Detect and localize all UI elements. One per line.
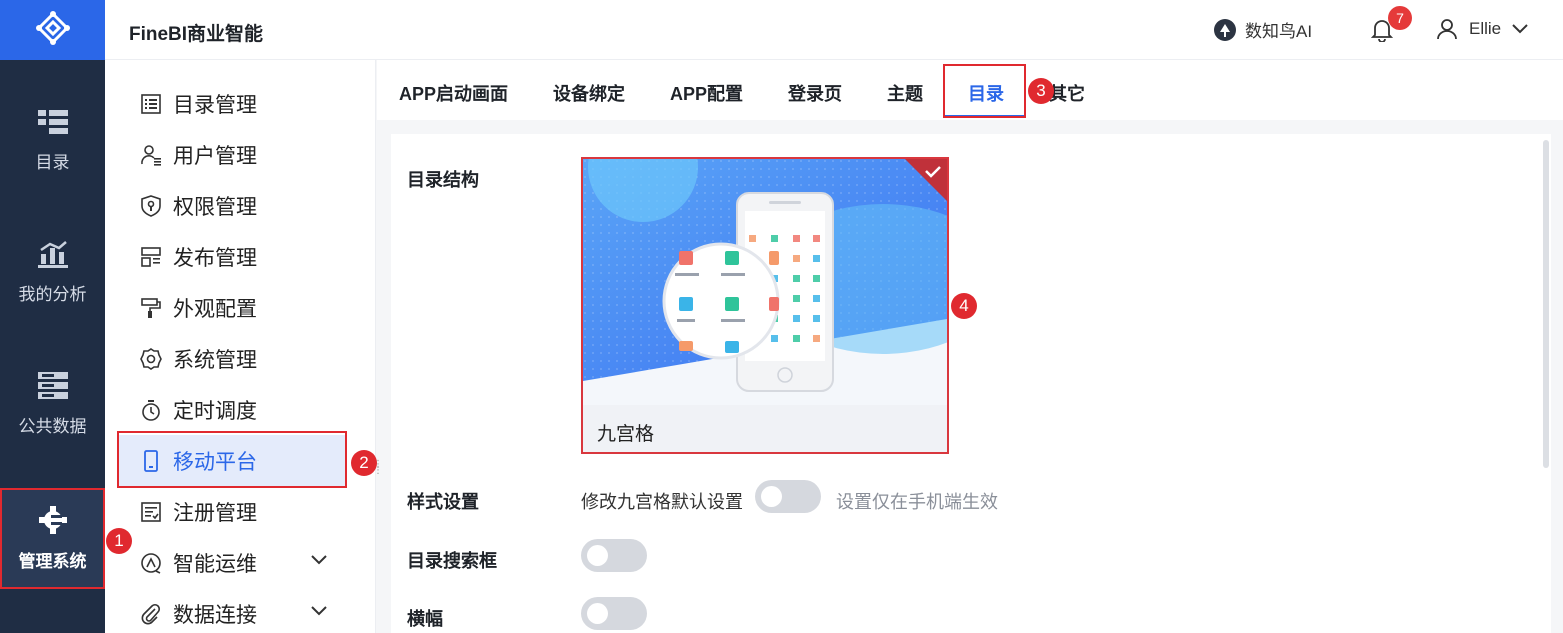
rail-item-label: 公共数据	[18, 416, 87, 436]
annotation-box-2	[117, 431, 347, 488]
paint-roller-icon	[141, 297, 161, 318]
ai-bird-icon	[1214, 18, 1236, 41]
chevron-down-icon[interactable]	[310, 605, 328, 617]
ai-label: 数知鸟AI	[1245, 22, 1313, 41]
modify-grid-default-toggle[interactable]	[755, 480, 821, 513]
menu-item-label: 目录管理	[173, 93, 257, 117]
menu-item-system-management[interactable]: 系统管理	[118, 333, 347, 384]
tab-login-page[interactable]: 登录页	[788, 80, 842, 106]
admin-menu: 目录管理 用户管理 权限管理 发布管理 外观配置 系统管理 定时调度 移动平台 …	[105, 60, 376, 633]
banner-toggle[interactable]	[581, 597, 647, 630]
menu-item-publish-management[interactable]: 发布管理	[118, 231, 347, 282]
catalog-search-label: 目录搜索框	[407, 551, 497, 571]
user-icon	[141, 144, 161, 166]
catalog-search-toggle[interactable]	[581, 539, 647, 572]
menu-item-label: 注册管理	[173, 501, 257, 525]
rail-item-label: 我的分析	[18, 284, 87, 304]
user-name: Ellie	[1469, 19, 1502, 38]
database-icon	[37, 371, 68, 399]
content-scrollbar[interactable]	[1543, 140, 1549, 468]
list-icon	[141, 93, 161, 114]
annotation-marker-4: 4	[951, 293, 977, 319]
menu-item-label: 数据连接	[173, 603, 257, 627]
menu-item-permission-management[interactable]: 权限管理	[118, 180, 347, 231]
stopwatch-icon	[142, 399, 160, 421]
banner-label: 横幅	[407, 609, 443, 629]
ai-assistant-button[interactable]: 数知鸟AI	[1213, 17, 1312, 42]
menu-item-label: 系统管理	[173, 348, 257, 372]
menu-item-label: 发布管理	[173, 246, 257, 270]
logo-icon	[35, 11, 70, 45]
paperclip-icon	[141, 603, 161, 624]
tab-theme[interactable]: 主题	[887, 80, 923, 106]
register-icon	[141, 501, 161, 522]
catalog-structure-label: 目录结构	[407, 170, 479, 190]
menu-item-smart-ops[interactable]: 智能运维	[118, 537, 347, 588]
logo[interactable]	[0, 0, 105, 60]
rail-item-label: 目录	[35, 152, 70, 172]
menu-item-catalog-management[interactable]: 目录管理	[118, 78, 347, 129]
menu-item-scheduled-tasks[interactable]: 定时调度	[118, 384, 347, 435]
top-bar: FineBI商业智能 数知鸟AI 7 Ellie	[105, 0, 1563, 60]
annotation-box-1	[0, 488, 105, 589]
tab-device-binding[interactable]: 设备绑定	[553, 80, 625, 106]
annotation-marker-3: 3	[1028, 78, 1054, 104]
user-menu[interactable]: Ellie	[1437, 18, 1529, 40]
menu-item-label: 智能运维	[173, 552, 257, 576]
publish-icon	[141, 246, 161, 267]
menu-item-appearance-config[interactable]: 外观配置	[118, 282, 347, 333]
annotation-marker-1: 1	[106, 528, 132, 554]
chevron-down-icon[interactable]	[310, 554, 328, 566]
menu-item-user-management[interactable]: 用户管理	[118, 129, 347, 180]
chevron-down-icon	[1512, 24, 1528, 34]
style-settings-label: 样式设置	[407, 492, 479, 512]
menu-item-label: 定时调度	[173, 399, 257, 423]
notification-badge: 7	[1388, 6, 1412, 30]
app-title: FineBI商业智能	[129, 24, 264, 45]
analysis-chart-icon	[37, 240, 68, 268]
annotation-box-3	[943, 64, 1026, 118]
tab-app-config[interactable]: APP配置	[670, 80, 743, 106]
modify-grid-default-label: 修改九宫格默认设置	[581, 492, 743, 512]
settings-icon	[140, 347, 162, 370]
rail-item-my-analysis[interactable]: 我的分析	[0, 222, 105, 322]
annotation-marker-2: 2	[351, 450, 377, 476]
layout-option-card-grid[interactable]: 九宫格	[581, 157, 949, 454]
menu-item-registration-management[interactable]: 注册管理	[118, 486, 347, 537]
toggle-knob	[761, 486, 782, 507]
ops-icon	[141, 552, 161, 574]
layout-option-label: 九宫格	[597, 424, 655, 445]
menu-item-label: 外观配置	[173, 297, 257, 321]
shield-icon	[141, 194, 161, 217]
rail-item-public-data[interactable]: 公共数据	[0, 354, 105, 454]
catalog-icon	[37, 109, 68, 134]
grid-layout-preview-image	[583, 159, 947, 405]
menu-item-data-connection[interactable]: 数据连接	[118, 588, 347, 633]
content-panel	[391, 134, 1551, 633]
user-icon	[1437, 19, 1457, 40]
menu-item-label: 用户管理	[173, 144, 257, 168]
toggle-knob	[587, 545, 608, 566]
toggle-knob	[587, 603, 608, 624]
tab-other[interactable]: 其它	[1049, 80, 1085, 106]
mobile-only-hint: 设置仅在手机端生效	[836, 492, 998, 512]
menu-item-label: 权限管理	[173, 195, 257, 219]
rail-item-catalog[interactable]: 目录	[0, 90, 105, 190]
tab-app-splash[interactable]: APP启动画面	[399, 80, 508, 106]
